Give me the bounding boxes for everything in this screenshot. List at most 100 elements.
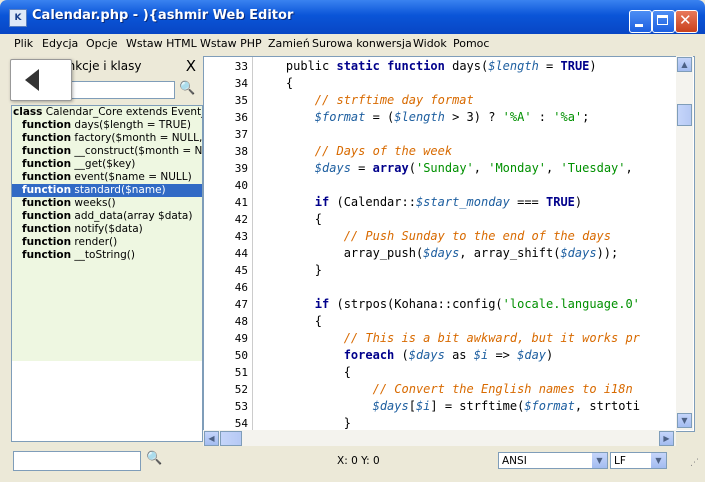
horizontal-scrollbar[interactable]: ◀ ▶ [203,430,676,446]
code-line[interactable]: 41 if (Calendar::$start_monday === TRUE) [204,194,674,211]
status-search-input[interactable] [13,451,141,471]
tree-node-label: weeks() [71,197,116,209]
code-token: $length [488,59,539,73]
line-number: 51 [234,366,248,379]
code-line[interactable]: 46 [204,279,674,296]
code-token: as [444,348,474,362]
code-line[interactable]: 35 // strftime day format [204,92,674,109]
tree-function-node[interactable]: function weeks() [12,197,202,210]
code-token: // Days of the week [257,144,453,158]
code-token: 'Sunday' [415,161,474,175]
code-token: static [336,59,380,73]
code-line[interactable]: 50 foreach ($days as $i => $day) [204,347,674,364]
maximize-button[interactable] [652,10,675,33]
line-number: 37 [234,128,248,141]
code-token: > 3) ? [444,110,503,124]
menu-insert-html[interactable]: Wstaw HTML [126,37,197,50]
filter-search-button[interactable]: 🔍 [179,81,199,100]
code-text: if (Calendar::$start_monday === TRUE) [257,194,582,211]
code-line[interactable]: 36 $format = ($length > 3) ? '%A' : '%a'… [204,109,674,126]
scroll-right-button[interactable]: ▶ [659,431,674,446]
scroll-up-button[interactable]: ▲ [677,57,692,72]
code-token: foreach [257,348,395,362]
status-search-button[interactable]: 🔍 [146,451,162,466]
scroll-down-button[interactable]: ▼ [677,413,692,428]
scroll-right-icon: ▶ [663,434,670,443]
tree-node-label: __get($key) [71,158,136,170]
code-line[interactable]: 33 public static function days($length =… [204,58,674,75]
code-text: array_push($days, array_shift($days)); [257,245,619,262]
line-ending-select[interactable]: LF ▼ [610,452,667,469]
tree-node-label: __toString() [71,249,135,261]
line-number: 53 [234,400,248,413]
minimize-button[interactable] [629,10,652,33]
code-text: { [257,75,293,92]
menu-raw-conversion[interactable]: Surowa konwersja [312,37,412,50]
title-bar[interactable]: K Calendar.php - ){ashmir Web Editor ✕ [0,0,705,34]
code-text: // Convert the English names to i18n [257,381,633,398]
encoding-select[interactable]: ANSI ▼ [498,452,608,469]
vertical-scrollbar[interactable]: ▲ ▼ [676,56,693,430]
code-line[interactable]: 53 $days[$i] = strftime($format, strtoti [204,398,674,415]
tree-function-node[interactable]: function event($name = NULL) [12,171,202,184]
code-line[interactable]: 39 $days = array('Sunday', 'Monday', 'Tu… [204,160,674,177]
vertical-scroll-thumb[interactable] [677,104,692,126]
tree-function-node[interactable]: function render() [12,236,202,249]
tree-function-node[interactable]: function __get($key) [12,158,202,171]
tree-function-node[interactable]: function standard($name) [12,184,202,197]
code-line[interactable]: 42 { [204,211,674,228]
back-arrow-button[interactable] [10,59,72,101]
tree-node-keyword: function [22,210,72,222]
resize-grip-icon[interactable]: ⋰ [690,458,699,468]
menu-edit[interactable]: Edycja [42,37,78,50]
code-token: , [473,161,489,175]
tree-node-label: event($name = NULL) [71,171,192,183]
menu-insert-php[interactable]: Wstaw PHP [200,37,262,50]
code-token: { [257,314,323,328]
scroll-up-icon: ▲ [681,60,688,69]
code-line[interactable]: 51 { [204,364,674,381]
app-icon[interactable]: K [9,9,27,27]
code-token: { [257,365,351,379]
horizontal-scroll-thumb[interactable] [220,431,242,446]
code-line[interactable]: 49 // This is a bit awkward, but it work… [204,330,674,347]
code-line[interactable]: 52 // Convert the English names to i18n [204,381,674,398]
tree-function-node[interactable]: function notify($data) [12,223,202,236]
scroll-left-button[interactable]: ◀ [204,431,219,446]
code-line[interactable]: 40 [204,177,674,194]
menu-options[interactable]: Opcje [86,37,118,50]
tree-node-keyword: function [22,184,72,196]
tree-node-label: standard($name) [71,184,166,196]
close-button[interactable]: ✕ [675,10,698,33]
code-line[interactable]: 44 array_push($days, array_shift($days))… [204,245,674,262]
tree-function-node[interactable]: function days($length = TRUE) [12,119,202,132]
panel-close-button[interactable]: X [186,57,196,75]
tree-class-node[interactable]: class Calendar_Core extends Event_S [12,106,202,119]
code-line[interactable]: 43 // Push Sunday to the end of the days [204,228,674,245]
line-number: 35 [234,94,248,107]
code-token: $start_monday [415,195,510,209]
tree-function-node[interactable]: function factory($month = NULL, $ [12,132,202,145]
code-token: , array_shift( [459,246,561,260]
code-text: // This is a bit awkward, but it works p… [257,330,640,347]
code-line[interactable]: 47 if (strpos(Kohana::config('locale.lan… [204,296,674,313]
code-token: ) [589,59,597,73]
code-line[interactable]: 37 [204,126,674,143]
code-line[interactable]: 45 } [204,262,674,279]
code-line[interactable]: 48 { [204,313,674,330]
tree-function-node[interactable]: function __construct($month = NU [12,145,202,158]
tree-node-keyword: function [22,158,72,170]
menu-view[interactable]: Widok [413,37,447,50]
line-number: 38 [234,145,248,158]
menu-file[interactable]: Plik [14,37,33,50]
tree-function-node[interactable]: function add_data(array $data) [12,210,202,223]
code-token: array [372,161,409,175]
tree-function-node[interactable]: function __toString() [12,249,202,262]
menu-help[interactable]: Pomoc [453,37,489,50]
code-token: // Convert the English names to i18n [257,382,633,396]
code-line[interactable]: 38 // Days of the week [204,143,674,160]
menu-replace[interactable]: Zamień [268,37,310,50]
tree-node-label: __construct($month = NU [71,145,203,157]
code-editor[interactable]: 33 public static function days($length =… [203,56,695,432]
code-line[interactable]: 34 { [204,75,674,92]
